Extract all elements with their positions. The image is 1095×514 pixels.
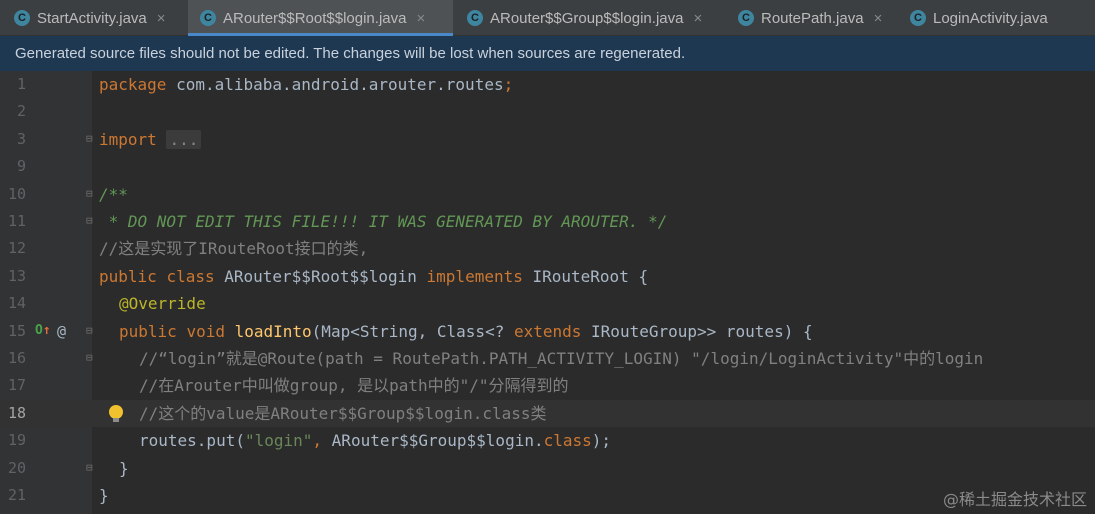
line-number: 15 <box>7 321 26 340</box>
line-number: 20 <box>7 458 26 477</box>
java-class-icon: C <box>200 10 216 26</box>
java-class-icon: C <box>910 10 926 26</box>
editor-tab-bar: C StartActivity.java × C ARouter$$Root$$… <box>0 0 1095 36</box>
code-text: * DO NOT EDIT THIS FILE!!! IT WAS GENERA… <box>99 212 668 231</box>
code-text: package com.alibaba.android.arouter.rout… <box>99 75 514 94</box>
close-icon[interactable]: × <box>693 10 702 27</box>
code-line[interactable]: 1 package com.alibaba.android.arouter.ro… <box>0 71 1095 98</box>
tab-label: ARouter$$Root$$login.java <box>223 9 407 27</box>
code-editor[interactable]: 1 package com.alibaba.android.arouter.ro… <box>0 71 1095 514</box>
line-number: 2 <box>16 102 26 121</box>
line-number: 17 <box>7 376 26 395</box>
code-line[interactable]: 14 @Override <box>0 290 1095 317</box>
code-text: //“login”就是@Route(path = RoutePath.PATH_… <box>139 349 984 368</box>
fold-end-icon[interactable]: ⊟ <box>86 215 96 227</box>
java-class-icon: C <box>738 10 754 26</box>
close-icon[interactable]: × <box>874 10 883 27</box>
code-text: routes.put("login", ARouter$$Group$$logi… <box>139 431 612 451</box>
tab-start-activity[interactable]: C StartActivity.java × <box>0 0 186 36</box>
code-line[interactable]: 12 //这是实现了IRouteRoot接口的类, <box>0 235 1095 262</box>
line-number: 16 <box>7 349 26 367</box>
java-class-icon: C <box>14 10 30 26</box>
lightbulb-icon[interactable] <box>109 404 123 422</box>
tab-label: ARouter$$Group$$login.java <box>490 9 684 27</box>
code-line[interactable]: 16 ⊟ //“login”就是@Route(path = RoutePath.P… <box>0 345 1095 372</box>
java-class-icon: C <box>467 10 483 26</box>
line-number: 10 <box>7 184 26 203</box>
code-line[interactable]: 20 ⊟ } <box>0 455 1095 482</box>
tab-route-path[interactable]: C RoutePath.java × <box>728 0 900 36</box>
line-number: 13 <box>7 266 26 285</box>
code-line[interactable]: 10 ⊟ /** <box>0 181 1095 208</box>
close-icon[interactable]: × <box>157 10 166 27</box>
code-line[interactable]: 21 } <box>0 482 1095 509</box>
code-line[interactable]: 19 routes.put("login", ARouter$$Group$$l… <box>0 427 1095 454</box>
code-text: } <box>99 486 109 505</box>
code-line[interactable]: 17 //在Arouter中叫做group, 是以path中的"/"分隔得到的 <box>0 372 1095 399</box>
code-text: @Override <box>119 294 206 314</box>
generated-source-banner: Generated source files should not be edi… <box>0 36 1095 71</box>
line-number: 12 <box>7 239 26 258</box>
line-number: 14 <box>7 294 26 313</box>
annotation-icon[interactable]: @ <box>57 323 66 339</box>
line-number: 19 <box>7 431 26 450</box>
fold-collapse-icon[interactable]: ⊟ <box>86 324 96 337</box>
code-text: import ... <box>99 126 202 153</box>
tab-arouter-group-login[interactable]: C ARouter$$Group$$login.java × <box>453 0 728 36</box>
fold-end-icon[interactable]: ⊟ <box>86 461 96 474</box>
tab-label: RoutePath.java <box>761 9 864 27</box>
line-number: 3 <box>16 129 26 148</box>
line-number: 1 <box>16 75 26 93</box>
fold-collapse-icon[interactable]: ⊟ <box>86 352 96 364</box>
implements-method-icon[interactable]: O↑ <box>35 323 51 338</box>
line-number: 9 <box>16 157 26 176</box>
code-text: //这个的value是ARouter$$Group$$login.class类 <box>139 403 547 423</box>
code-text: /** <box>99 184 128 204</box>
tab-login-activity[interactable]: C LoginActivity.java <box>900 0 1095 36</box>
folded-imports[interactable]: ... <box>166 129 202 149</box>
code-line[interactable]: 13 public class ARouter$$Root$$login imp… <box>0 263 1095 290</box>
code-line[interactable]: 15 O↑ @ ⊟ public void loadInto(Map<Strin… <box>0 318 1095 345</box>
tab-arouter-root-login[interactable]: C ARouter$$Root$$login.java × <box>188 0 453 36</box>
code-text: public void loadInto(Map<String, Class<?… <box>119 321 813 341</box>
fold-collapse-icon[interactable]: ⊟ <box>86 187 96 200</box>
code-line[interactable]: 2 <box>0 98 1095 125</box>
code-line-current[interactable]: 18 //这个的value是ARouter$$Group$$login.clas… <box>0 399 1095 428</box>
code-text: //在Arouter中叫做group, 是以path中的"/"分隔得到的 <box>139 376 569 396</box>
tab-label: LoginActivity.java <box>933 9 1048 27</box>
close-icon[interactable]: × <box>416 10 425 27</box>
watermark: @稀土掘金技术社区 <box>942 490 1087 509</box>
code-text: //这是实现了IRouteRoot接口的类, <box>99 239 369 259</box>
line-number: 11 <box>7 212 26 230</box>
line-number: 18 <box>7 403 26 422</box>
code-line[interactable]: 3 ⊟ import ... <box>0 126 1095 153</box>
code-line[interactable]: 11 ⊟ * DO NOT EDIT THIS FILE!!! IT WAS GE… <box>0 208 1095 235</box>
tab-label: StartActivity.java <box>37 9 147 27</box>
code-text: public class ARouter$$Root$$login implem… <box>99 266 649 286</box>
line-number: 21 <box>7 486 26 504</box>
code-text: } <box>119 458 129 478</box>
code-line[interactable]: 9 <box>0 153 1095 180</box>
fold-expand-icon[interactable]: ⊟ <box>86 132 96 145</box>
